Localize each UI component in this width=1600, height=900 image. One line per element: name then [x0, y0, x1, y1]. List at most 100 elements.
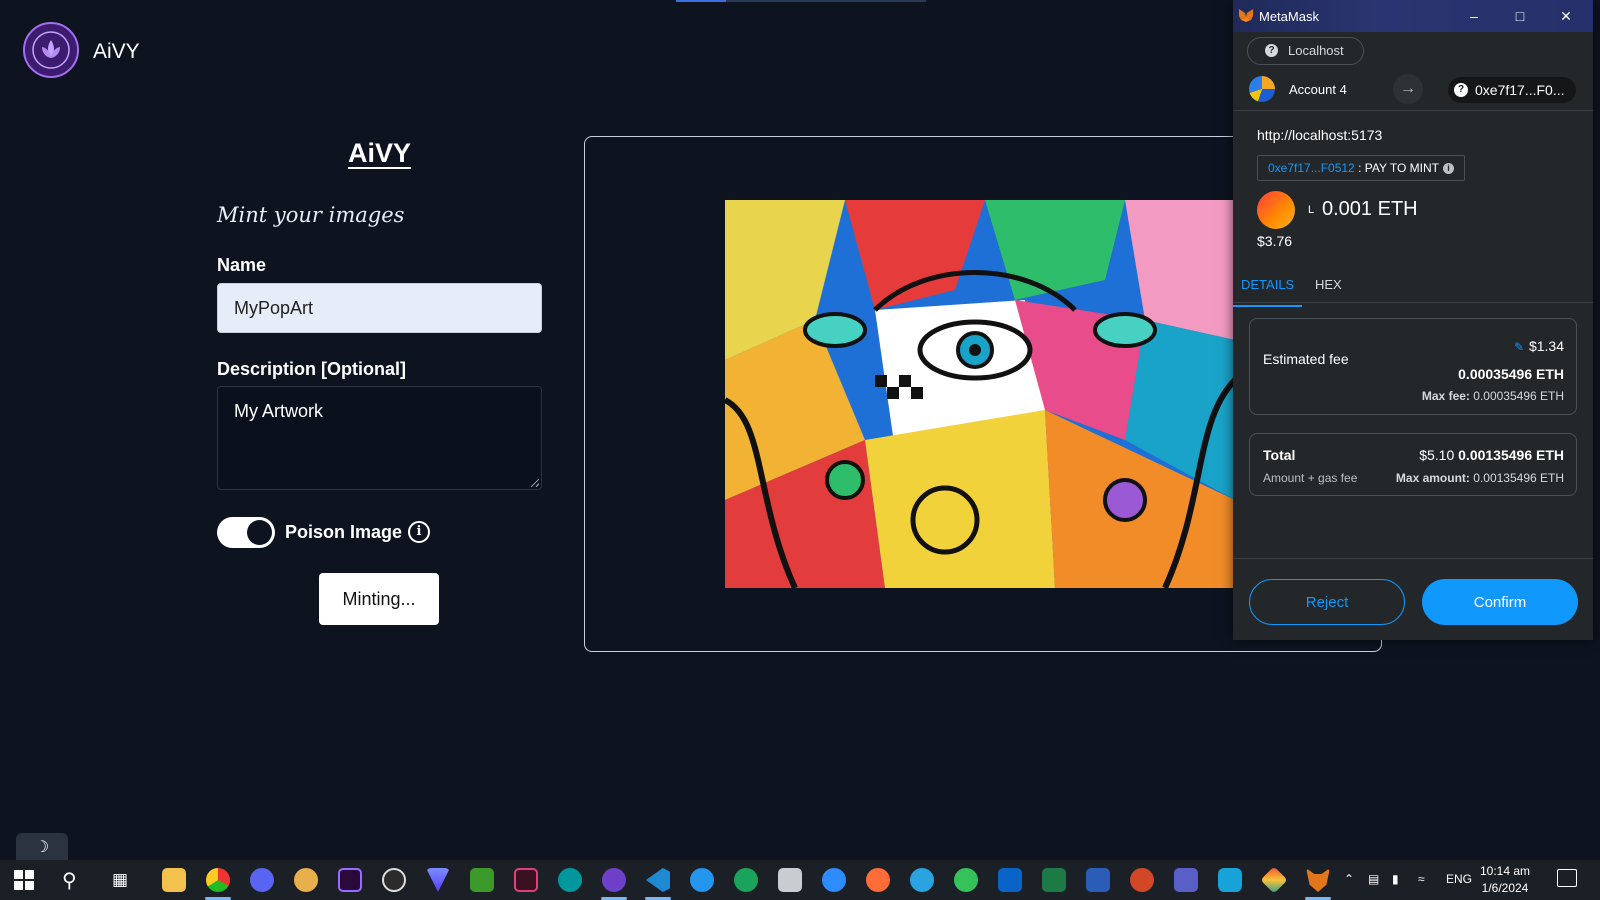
- obs-icon[interactable]: [382, 868, 406, 892]
- app-brand: AiVY: [93, 40, 140, 63]
- outlook-icon[interactable]: [998, 868, 1022, 892]
- network-name: Localhost: [1288, 43, 1344, 58]
- top-progress-indicator: [676, 0, 926, 2]
- method-name: PAY TO MINT: [1364, 161, 1439, 175]
- discord-icon[interactable]: [250, 868, 274, 892]
- poison-image-label: Poison Image: [285, 522, 403, 542]
- edge-icon[interactable]: [734, 868, 758, 892]
- network-pill[interactable]: ? Localhost: [1247, 37, 1364, 65]
- account-name[interactable]: Account 4: [1289, 82, 1347, 97]
- theme-toggle-button[interactable]: ☽: [16, 833, 68, 863]
- postman-icon[interactable]: [866, 868, 890, 892]
- metamask-fox-icon: [1239, 9, 1253, 22]
- edit-pencil-icon[interactable]: ✎: [1514, 340, 1526, 354]
- description-label: Description [Optional]: [217, 359, 406, 379]
- powerpoint-icon[interactable]: [1130, 868, 1154, 892]
- vpn-icon[interactable]: [426, 868, 450, 892]
- language-indicator[interactable]: ENG: [1446, 872, 1472, 886]
- battery-icon[interactable]: ▮: [1392, 872, 1399, 886]
- account-row: Account 4 → ? 0xe7f17...F0...: [1233, 68, 1593, 111]
- action-footer: Reject Confirm: [1233, 558, 1593, 641]
- info-icon[interactable]: i: [408, 521, 430, 543]
- contract-address[interactable]: 0xe7f17...F0512: [1268, 161, 1355, 175]
- telegram-icon[interactable]: [910, 868, 934, 892]
- vscode-icon[interactable]: [646, 868, 670, 892]
- token-letter: L: [1308, 204, 1315, 216]
- max-fee-value: 0.00035496 ETH: [1473, 389, 1564, 403]
- preview-image: [725, 200, 1235, 588]
- recipient-pill[interactable]: ? 0xe7f17...F0...: [1448, 77, 1576, 103]
- recipient-question-icon: ?: [1454, 83, 1468, 97]
- chrome-icon[interactable]: [206, 868, 230, 892]
- reject-button[interactable]: Reject: [1249, 579, 1405, 625]
- clock[interactable]: 10:14 am 1/6/2024: [1470, 863, 1540, 897]
- minecraft-icon[interactable]: [470, 868, 494, 892]
- form-subtitle: Mint your images: [217, 203, 405, 227]
- arduino-icon[interactable]: [558, 868, 582, 892]
- fee-fiat[interactable]: $1.34: [1529, 338, 1564, 354]
- tab-details[interactable]: DETAILS: [1232, 277, 1303, 307]
- account-avatar: [1249, 76, 1275, 102]
- recipient-address: 0xe7f17...F0...: [1475, 82, 1565, 98]
- zoom-icon[interactable]: [822, 868, 846, 892]
- token-icon: [1257, 191, 1295, 229]
- origin-url: http://localhost:5173: [1257, 127, 1383, 143]
- docker-icon[interactable]: [690, 868, 714, 892]
- description-textarea[interactable]: My Artwork: [217, 386, 542, 490]
- github-desktop-icon[interactable]: [602, 868, 626, 892]
- toggle-knob: [247, 520, 272, 545]
- code-editor-icon[interactable]: [1218, 868, 1242, 892]
- method-info-icon[interactable]: i: [1443, 163, 1454, 175]
- arrow-right-icon: →: [1393, 74, 1423, 104]
- pop-art-image: [725, 200, 1235, 588]
- total-sub: Amount + gas fee: [1263, 471, 1358, 485]
- transaction-fiat: $3.76: [1257, 233, 1293, 249]
- lotus-icon: [32, 31, 70, 69]
- total-value: $5.10 0.00135496 ETH: [1419, 447, 1564, 463]
- vim-icon[interactable]: [514, 868, 538, 892]
- wifi-icon[interactable]: ≈: [1418, 872, 1425, 886]
- premiere-pro-icon[interactable]: [338, 868, 362, 892]
- maximize-icon[interactable]: □: [1497, 0, 1543, 32]
- poison-image-toggle[interactable]: [217, 517, 275, 548]
- max-fee: Max fee: 0.00035496 ETH: [1422, 389, 1564, 403]
- form-title: AiVY: [347, 138, 412, 168]
- mint-button[interactable]: Minting...: [319, 573, 439, 625]
- tab-hex[interactable]: HEX: [1315, 277, 1342, 292]
- fee-eth: 0.00035496 ETH: [1458, 366, 1564, 382]
- windows-taskbar: ⚲ ▦ ⌃ ▤ ▮ ≈ ENG 10:14 am 1/6/2024: [0, 860, 1600, 900]
- git-icon[interactable]: [1260, 866, 1288, 894]
- moon-icon: ☽: [34, 839, 50, 856]
- paint-icon[interactable]: [294, 868, 318, 892]
- confirm-button[interactable]: Confirm: [1422, 579, 1578, 625]
- app-logo[interactable]: [23, 22, 79, 78]
- clock-date: 1/6/2024: [1481, 881, 1529, 895]
- metamask-titlebar[interactable]: MetaMask – □ ✕: [1233, 0, 1593, 32]
- max-amount: Max amount: 0.00135496 ETH: [1396, 471, 1564, 485]
- contract-method-pill[interactable]: 0xe7f17...F0512 : PAY TO MINT i: [1257, 155, 1465, 181]
- name-input[interactable]: MyPopArt: [217, 283, 542, 333]
- windows-start-icon[interactable]: [14, 870, 34, 890]
- total-label: Total: [1263, 447, 1296, 463]
- network-question-icon: ?: [1265, 44, 1278, 57]
- chevron-up-icon[interactable]: ⌃: [1344, 872, 1354, 886]
- file-explorer-icon[interactable]: [162, 868, 186, 892]
- metamask-window-title: MetaMask: [1259, 9, 1319, 24]
- total-eth: 0.00135496 ETH: [1458, 447, 1564, 463]
- metamask-popup: MetaMask – □ ✕ ? Localhost Account 4 → ?…: [1232, 0, 1593, 641]
- network-monitor-icon[interactable]: ▤: [1368, 872, 1379, 886]
- teams-icon[interactable]: [1174, 868, 1198, 892]
- task-view-icon[interactable]: ▦: [112, 870, 128, 890]
- metamask-taskbar-icon[interactable]: [1306, 868, 1330, 892]
- max-fee-label: Max fee:: [1421, 389, 1470, 403]
- close-icon[interactable]: ✕: [1543, 0, 1589, 32]
- word-icon[interactable]: [1086, 868, 1110, 892]
- minimize-icon[interactable]: –: [1451, 0, 1497, 32]
- resize-grip-icon[interactable]: [531, 479, 539, 487]
- notification-icon[interactable]: [1557, 869, 1577, 887]
- search-icon[interactable]: ⚲: [62, 868, 77, 893]
- sourcetree-icon[interactable]: [954, 868, 978, 892]
- excel-icon[interactable]: [1042, 868, 1066, 892]
- printer-icon[interactable]: [778, 868, 802, 892]
- fee-label: Estimated fee: [1263, 351, 1349, 367]
